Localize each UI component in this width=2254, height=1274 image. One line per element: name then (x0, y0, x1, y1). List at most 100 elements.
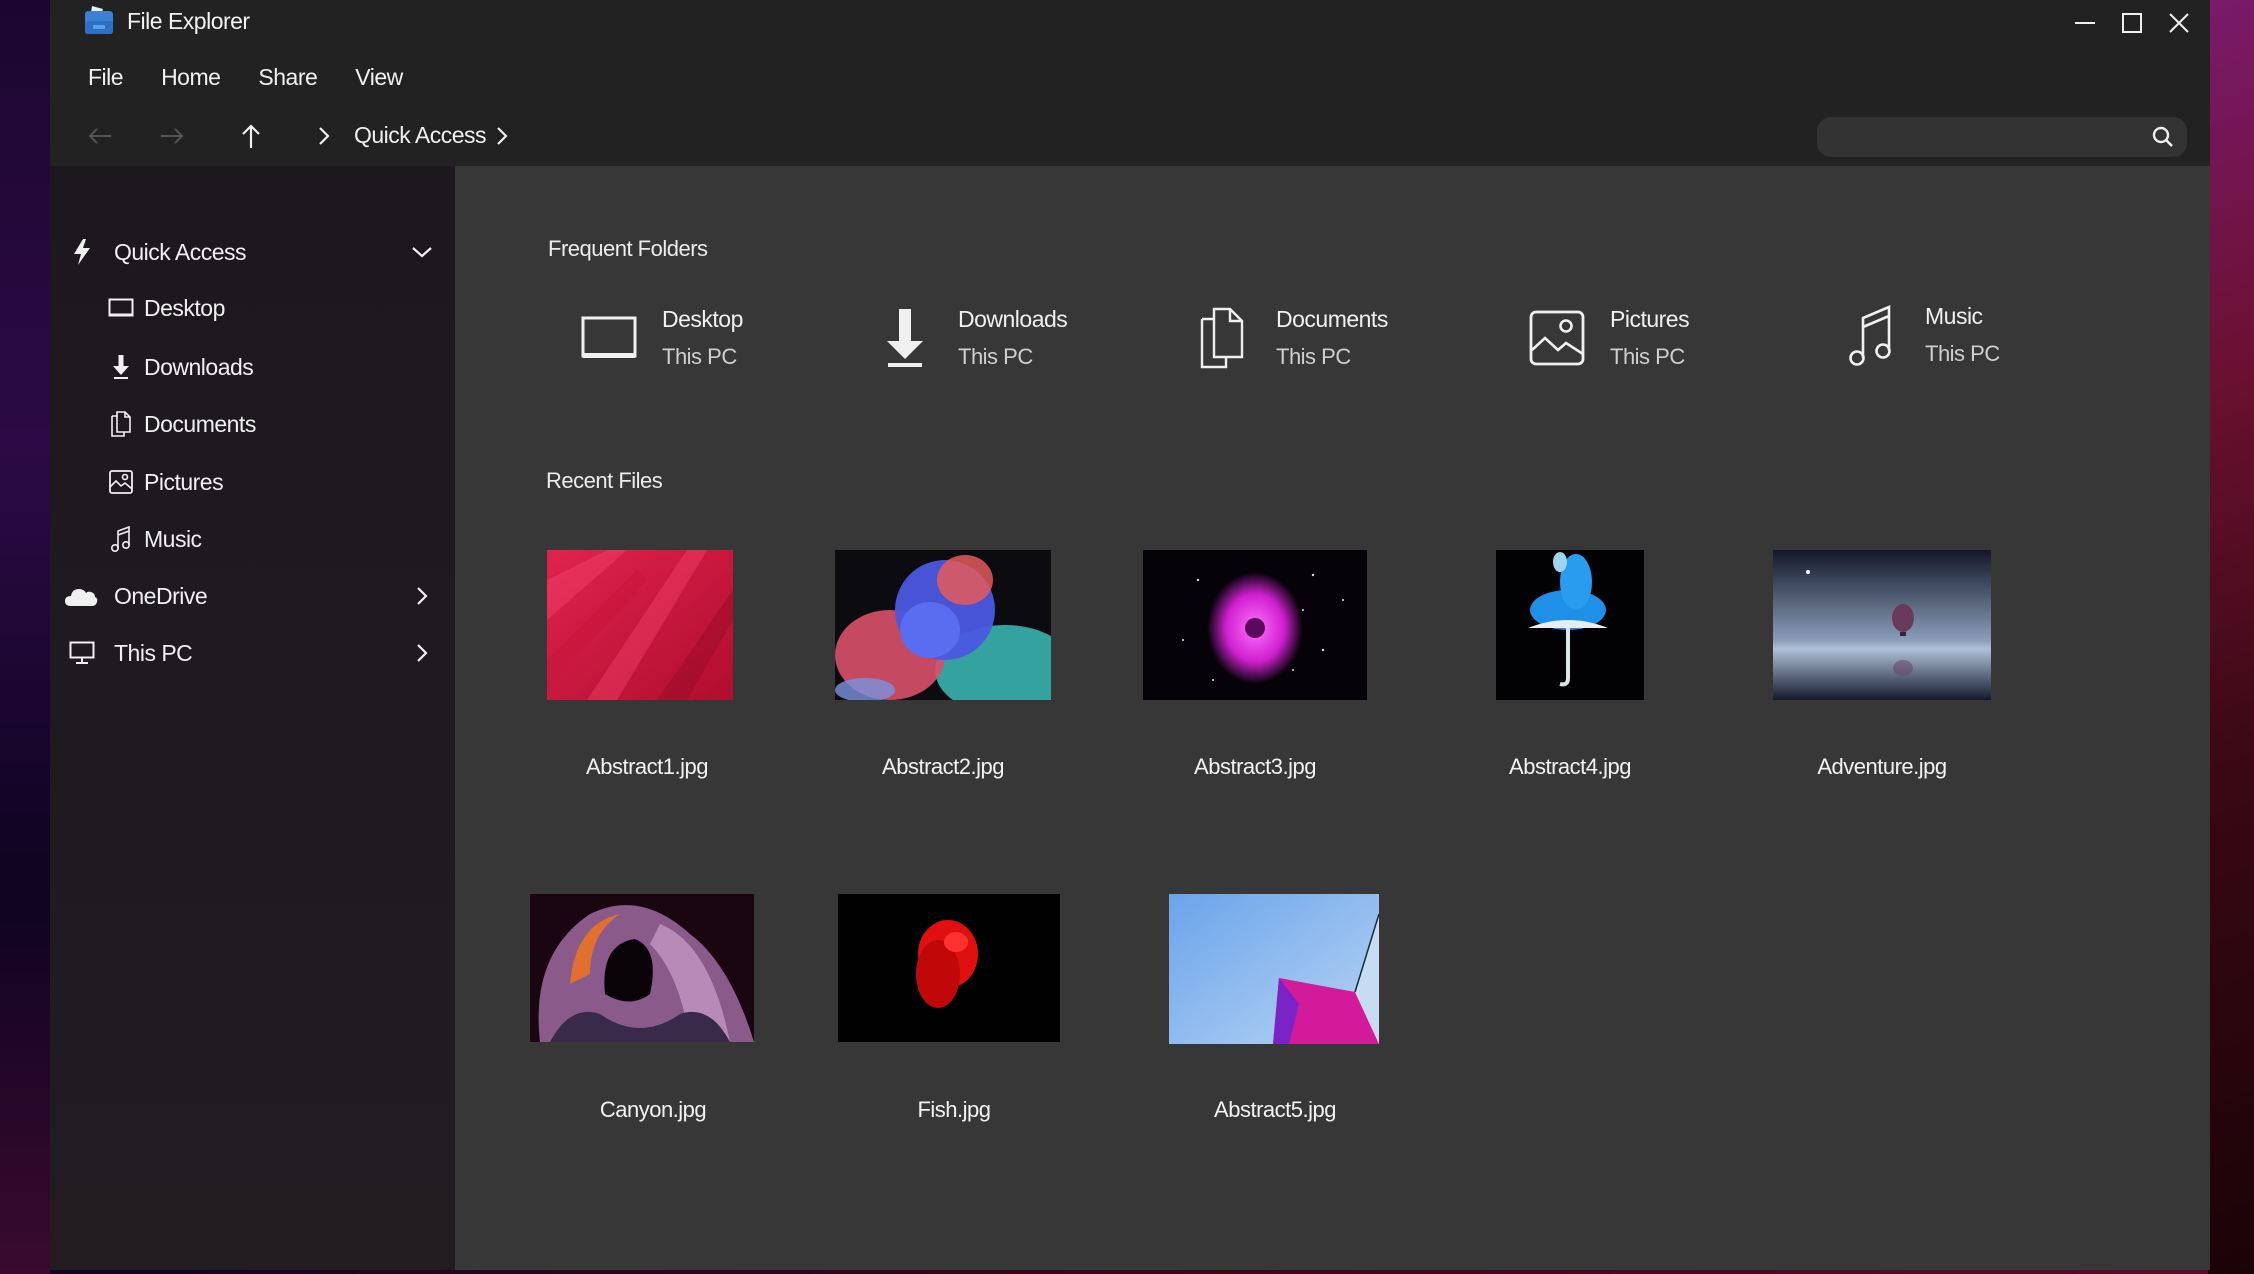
search-icon (2152, 126, 2173, 147)
music-icon (1842, 299, 1902, 371)
chevron-right-icon[interactable] (409, 640, 435, 666)
search-input[interactable] (1831, 123, 2131, 151)
desktop-icon (107, 294, 135, 322)
arrow-up-icon (242, 124, 260, 148)
chevron-right-icon (497, 127, 508, 145)
forward-button[interactable] (154, 118, 190, 154)
file-thumbnail (547, 550, 733, 700)
desktop-icon (579, 302, 639, 374)
sidebar-item-music[interactable]: Music (50, 517, 455, 561)
music-icon (107, 525, 135, 553)
menu-view[interactable]: View (355, 64, 403, 91)
computer-icon (68, 639, 96, 667)
search-button[interactable] (2151, 125, 2175, 149)
maximize-icon (2122, 13, 2142, 33)
breadcrumb-expand-chevron[interactable] (484, 118, 520, 154)
file-explorer-app-icon (83, 5, 115, 35)
lightning-icon (68, 238, 96, 266)
file-thumbnail (1143, 550, 1367, 700)
sidebar-item-downloads[interactable]: Downloads (50, 345, 455, 389)
file-name: Abstract5.jpg (1214, 1097, 1336, 1122)
folder-location: This PC (1610, 344, 1685, 369)
sidebar-item-desktop[interactable]: Desktop (50, 286, 455, 330)
sidebar-item-label: OneDrive (114, 582, 208, 609)
file-name: Abstract2.jpg (882, 754, 1004, 779)
file-thumbnail (1773, 550, 1991, 700)
file-name: Abstract3.jpg (1194, 754, 1316, 779)
breadcrumb-quick-access[interactable]: Quick Access (354, 122, 487, 149)
folder-location: This PC (662, 344, 737, 369)
file-thumbnail (530, 894, 754, 1042)
pictures-icon (1527, 302, 1587, 374)
minimize-icon (2075, 22, 2095, 24)
documents-icon (107, 410, 135, 438)
folder-name: Downloads (958, 306, 1068, 332)
recent-file-abstract1[interactable]: Abstract1.jpg (521, 550, 783, 810)
sidebar-item-this-pc[interactable]: This PC (50, 631, 455, 675)
folder-location: This PC (1276, 344, 1351, 369)
back-button[interactable] (82, 118, 118, 154)
file-name: Abstract1.jpg (586, 754, 708, 779)
title-bar: File Explorer (50, 0, 2210, 44)
menu-file[interactable]: File (88, 64, 124, 91)
sidebar-item-label: This PC (114, 639, 193, 666)
folder-location: This PC (958, 344, 1033, 369)
recent-file-abstract5[interactable]: Abstract5.jpg (1155, 894, 1395, 1154)
sidebar-item-pictures[interactable]: Pictures (50, 460, 455, 504)
chevron-right-icon (319, 127, 330, 145)
file-explorer-window: File Explorer File Home Share View Quick (50, 0, 2210, 1270)
file-name: Abstract4.jpg (1509, 754, 1631, 779)
frequent-folder-music[interactable]: Music This PC (1842, 299, 2082, 379)
up-button[interactable] (233, 118, 269, 154)
recent-files-heading: Recent Files (546, 468, 663, 493)
arrow-right-icon (161, 128, 184, 144)
maximize-button[interactable] (2117, 8, 2147, 38)
file-name: Fish.jpg (917, 1097, 991, 1122)
frequent-folder-downloads[interactable]: Downloads This PC (875, 302, 1115, 382)
search-box (1817, 117, 2187, 157)
recent-file-canyon[interactable]: Canyon.jpg (528, 894, 778, 1154)
recent-file-abstract2[interactable]: Abstract2.jpg (823, 550, 1063, 810)
download-icon (107, 353, 135, 381)
sidebar-item-label: Pictures (144, 468, 224, 495)
chevron-right-icon[interactable] (409, 583, 435, 609)
sidebar-item-label: Music (144, 525, 202, 552)
menu-share[interactable]: Share (258, 64, 317, 91)
folder-name: Music (1925, 303, 1983, 329)
sidebar-item-label: Downloads (144, 353, 254, 380)
desktop-wallpaper-right (2208, 0, 2254, 1274)
download-icon (875, 302, 935, 374)
file-thumbnail (838, 894, 1060, 1042)
recent-file-abstract3[interactable]: Abstract3.jpg (1135, 550, 1375, 810)
arrow-left-icon (88, 128, 111, 144)
recent-file-fish[interactable]: Fish.jpg (834, 894, 1074, 1154)
frequent-folders-heading: Frequent Folders (548, 236, 708, 261)
close-button[interactable] (2164, 8, 2194, 38)
file-thumbnail (835, 550, 1051, 700)
sidebar-item-documents[interactable]: Documents (50, 402, 455, 446)
file-thumbnail (1169, 894, 1379, 1044)
folder-location: This PC (1925, 341, 2000, 366)
frequent-folder-documents[interactable]: Documents This PC (1193, 302, 1433, 382)
file-name: Adventure.jpg (1817, 754, 1947, 779)
sidebar-item-label: Quick Access (114, 238, 247, 265)
file-thumbnail (1496, 550, 1644, 700)
menu-home[interactable]: Home (161, 64, 221, 91)
chevron-down-icon[interactable] (409, 239, 435, 265)
file-name: Canyon.jpg (599, 1097, 707, 1122)
folder-name: Desktop (662, 306, 743, 332)
sidebar-item-onedrive[interactable]: OneDrive (50, 574, 455, 618)
close-icon (2169, 13, 2189, 33)
frequent-folder-desktop[interactable]: Desktop This PC (579, 302, 819, 382)
recent-file-abstract4[interactable]: Abstract4.jpg (1450, 550, 1690, 810)
minimize-button[interactable] (2070, 8, 2100, 38)
frequent-folder-pictures[interactable]: Pictures This PC (1527, 302, 1767, 382)
pictures-icon (107, 468, 135, 496)
desktop-wallpaper-left (0, 0, 50, 1274)
sidebar-item-label: Documents (144, 410, 256, 437)
sidebar-item-quick-access[interactable]: Quick Access (50, 230, 455, 274)
navigation-pane: Quick Access Desktop Downloads Documents (50, 166, 455, 1270)
content-pane: Frequent Folders Desktop This PC Downloa… (455, 166, 2210, 1270)
recent-file-adventure[interactable]: Adventure.jpg (1757, 550, 2007, 810)
breadcrumb-root-chevron[interactable] (306, 118, 342, 154)
